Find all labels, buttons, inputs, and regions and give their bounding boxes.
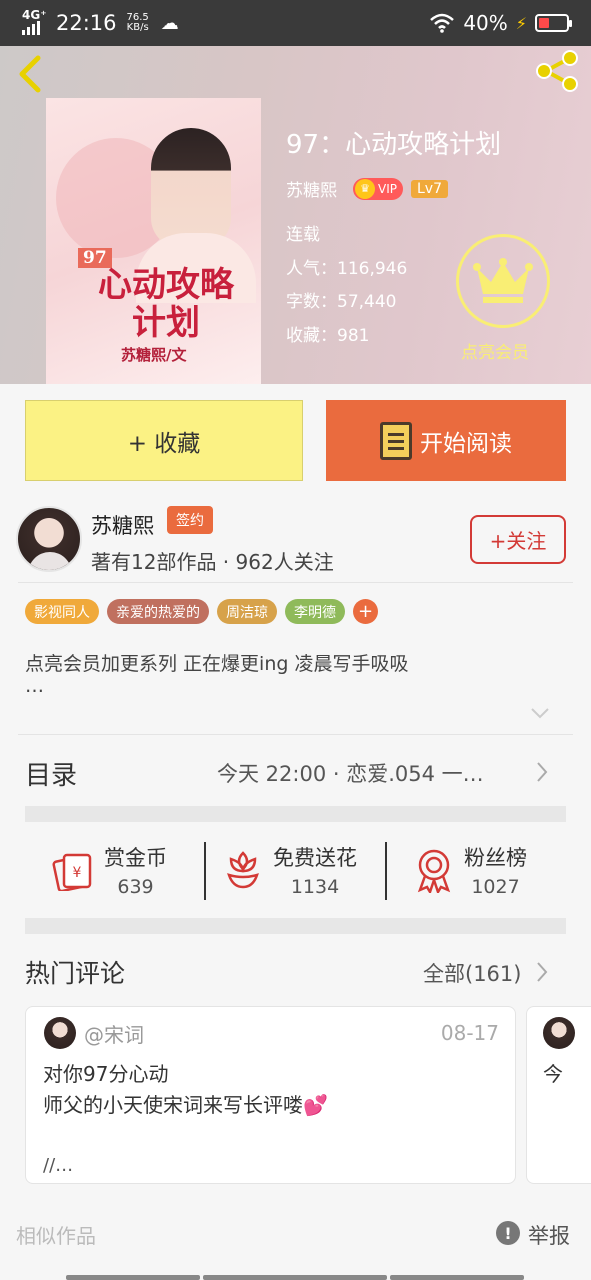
commenter-avatar[interactable] bbox=[543, 1017, 575, 1049]
section-separator bbox=[25, 806, 566, 822]
commenter-name[interactable]: @宋词 bbox=[84, 1019, 144, 1048]
tag-item[interactable]: 亲爱的热爱的 bbox=[107, 599, 209, 624]
vip-crown-icon: ♛ bbox=[355, 178, 375, 199]
reward-coins-value: 639 bbox=[117, 876, 154, 898]
free-flower-value: 1134 bbox=[290, 876, 340, 898]
share-icon[interactable] bbox=[532, 48, 582, 94]
similar-works-label: 相似作品 bbox=[16, 1224, 96, 1248]
book-cover[interactable]: 97 心动攻略 计划 苏糖熙/文 bbox=[46, 98, 261, 384]
nav-gesture-bar bbox=[66, 1275, 200, 1280]
wifi-icon bbox=[430, 13, 455, 33]
tag-item[interactable]: 李明德 bbox=[285, 599, 345, 624]
hot-comments-title: 热门评论 bbox=[25, 959, 126, 988]
book-author-row: 苏糖熙 ♛ VIP Lv7 bbox=[286, 176, 448, 201]
book-description[interactable]: 点亮会员加更系列 正在爆更ing 凌晨写手吸吸 … bbox=[25, 650, 545, 696]
start-reading-button[interactable]: 开始阅读 bbox=[326, 400, 566, 481]
author-stats: 著有12部作品 · 962人关注 bbox=[91, 550, 334, 574]
tag-list: 影视同人 亲爱的热爱的 周洁琼 李明德 + bbox=[25, 599, 378, 624]
nav-gesture-bar bbox=[203, 1275, 387, 1280]
toc-label[interactable]: 目录 bbox=[25, 755, 77, 792]
divider bbox=[18, 582, 573, 583]
cover-portrait bbox=[151, 128, 231, 248]
comment-card[interactable]: 今 bbox=[526, 1006, 591, 1184]
net-speed: 76.5 KB/s bbox=[126, 12, 149, 33]
fans-ranking-item[interactable]: 粉丝榜 1027 bbox=[414, 842, 527, 898]
flower-icon bbox=[227, 851, 259, 889]
nav-gesture-bar bbox=[390, 1275, 524, 1280]
comment-text: 今 bbox=[543, 1062, 563, 1086]
red-envelope-icon: ¥ bbox=[52, 853, 92, 891]
member-label[interactable]: 点亮会员 bbox=[461, 338, 529, 363]
medal-icon bbox=[417, 849, 451, 893]
clock: 22:16 bbox=[56, 11, 117, 35]
chevron-down-icon[interactable] bbox=[530, 706, 550, 720]
comment-text: 对你97分心动 师父的小天使宋词来写长评喽💕 bbox=[43, 1062, 328, 1117]
cloud-icon: ☁ bbox=[160, 12, 179, 34]
member-button[interactable] bbox=[456, 234, 550, 328]
author-avatar[interactable] bbox=[16, 506, 82, 572]
signal-icon bbox=[22, 21, 40, 35]
latest-chapter[interactable]: 今天 22:00 · 恋爱.054 一… bbox=[217, 758, 484, 788]
section-separator bbox=[25, 918, 566, 934]
back-icon[interactable] bbox=[12, 54, 48, 94]
fans-ranking-label: 粉丝榜 bbox=[464, 846, 527, 870]
vip-badge: ♛ VIP bbox=[353, 177, 403, 200]
divider bbox=[204, 842, 206, 900]
start-reading-label: 开始阅读 bbox=[420, 430, 512, 457]
tag-item[interactable]: 影视同人 bbox=[25, 599, 99, 624]
crown-icon bbox=[473, 258, 533, 303]
charging-icon: ⚡ bbox=[515, 13, 527, 33]
comment-more: //… bbox=[43, 1155, 74, 1176]
commenter-avatar[interactable] bbox=[44, 1017, 76, 1049]
author-name[interactable]: 苏糖熙 bbox=[91, 510, 154, 540]
book-popularity: 人气：116,946 bbox=[286, 259, 408, 279]
book-icon bbox=[380, 421, 412, 460]
book-author[interactable]: 苏糖熙 bbox=[286, 176, 337, 201]
follow-button[interactable]: +关注 bbox=[470, 515, 566, 564]
book-word-count: 字数：57,440 bbox=[286, 292, 397, 312]
comment-card[interactable]: @宋词 08-17 对你97分心动 师父的小天使宋词来写长评喽💕 //… bbox=[25, 1006, 516, 1184]
reward-coins-label: 赏金币 bbox=[104, 846, 167, 870]
fans-ranking-value: 1027 bbox=[471, 876, 520, 898]
cover-title: 心动攻略 计划 bbox=[98, 265, 234, 343]
tag-item[interactable]: 周洁琼 bbox=[217, 599, 277, 624]
report-icon[interactable]: ! bbox=[496, 1221, 520, 1245]
network-indicator: 4G⁺ bbox=[22, 9, 48, 37]
add-tag-button[interactable]: + bbox=[353, 599, 378, 624]
book-header: 97 心动攻略 计划 苏糖熙/文 97：心动攻略计划 苏糖熙 ♛ VIP Lv7 … bbox=[0, 46, 591, 384]
divider bbox=[18, 734, 573, 735]
free-flower-label: 免费送花 bbox=[273, 846, 357, 870]
signed-badge: 签约 bbox=[167, 506, 213, 534]
cover-author: 苏糖熙/文 bbox=[121, 346, 187, 364]
level-badge: Lv7 bbox=[410, 179, 448, 198]
battery-icon bbox=[535, 14, 572, 32]
report-button[interactable]: 举报 bbox=[528, 1220, 570, 1250]
chevron-right-icon[interactable] bbox=[536, 761, 548, 783]
battery-text: 40% bbox=[463, 11, 508, 35]
comment-date: 08-17 bbox=[440, 1021, 499, 1045]
status-bar: 4G⁺ 22:16 76.5 KB/s ☁ 40% ⚡ bbox=[0, 0, 591, 46]
reward-coins-item[interactable]: ¥ 赏金币 639 bbox=[52, 842, 167, 898]
book-status: 连载 bbox=[286, 225, 320, 245]
divider bbox=[385, 842, 387, 900]
all-comments-link[interactable]: 全部(161) bbox=[423, 958, 521, 988]
svg-text:¥: ¥ bbox=[73, 865, 82, 881]
chevron-right-icon[interactable] bbox=[536, 961, 548, 983]
collect-button[interactable]: + 收藏 bbox=[25, 400, 303, 481]
book-title: 97：心动攻略计划 bbox=[286, 130, 502, 160]
battery-level bbox=[539, 18, 549, 28]
book-favorites: 收藏：981 bbox=[286, 326, 370, 346]
free-flower-item[interactable]: 免费送花 1134 bbox=[223, 842, 357, 898]
